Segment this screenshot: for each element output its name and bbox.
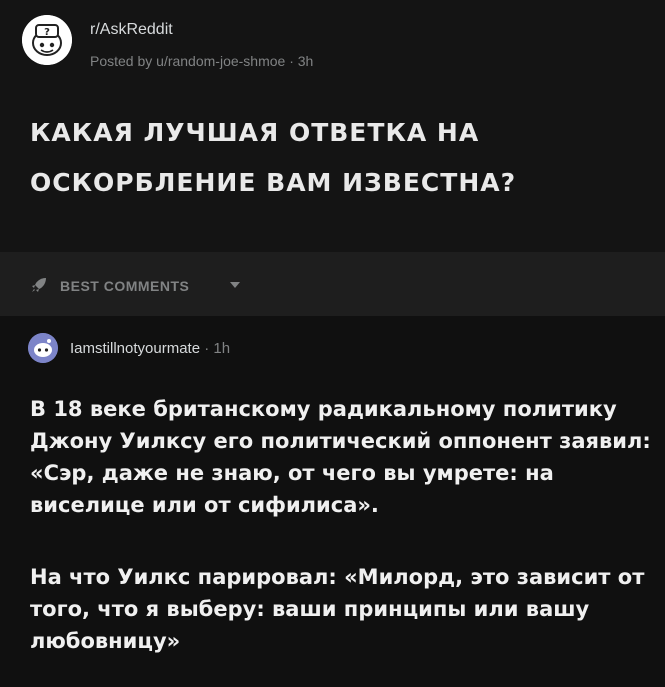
chevron-down-icon[interactable] — [230, 281, 240, 289]
comment-author[interactable]: Iamstillnotyourmate — [70, 340, 200, 357]
post-meta: Posted by u/random-joe-shmoe · 3h — [90, 53, 314, 69]
rocket-icon — [32, 278, 46, 292]
subreddit-avatar[interactable]: ? — [22, 15, 72, 65]
comment-body: В 18 веке британскому радикальному полит… — [30, 393, 660, 657]
post-title: Какая лучшая ответка на оскорбление вам … — [30, 118, 517, 197]
comment-author-row[interactable]: Iamstillnotyourmate · 1h — [70, 340, 230, 357]
avatar[interactable] — [28, 333, 58, 363]
comment-paragraph: На что Уилкс парировал: «Милорд, это зав… — [30, 565, 645, 653]
subreddit-name[interactable]: r/AskReddit — [90, 21, 173, 39]
comment-time: · 1h — [204, 340, 231, 357]
comment-paragraph: В 18 веке британскому радикальному полит… — [30, 397, 651, 517]
svg-text:?: ? — [44, 27, 50, 38]
sort-label[interactable]: BEST COMMENTS — [60, 278, 189, 294]
